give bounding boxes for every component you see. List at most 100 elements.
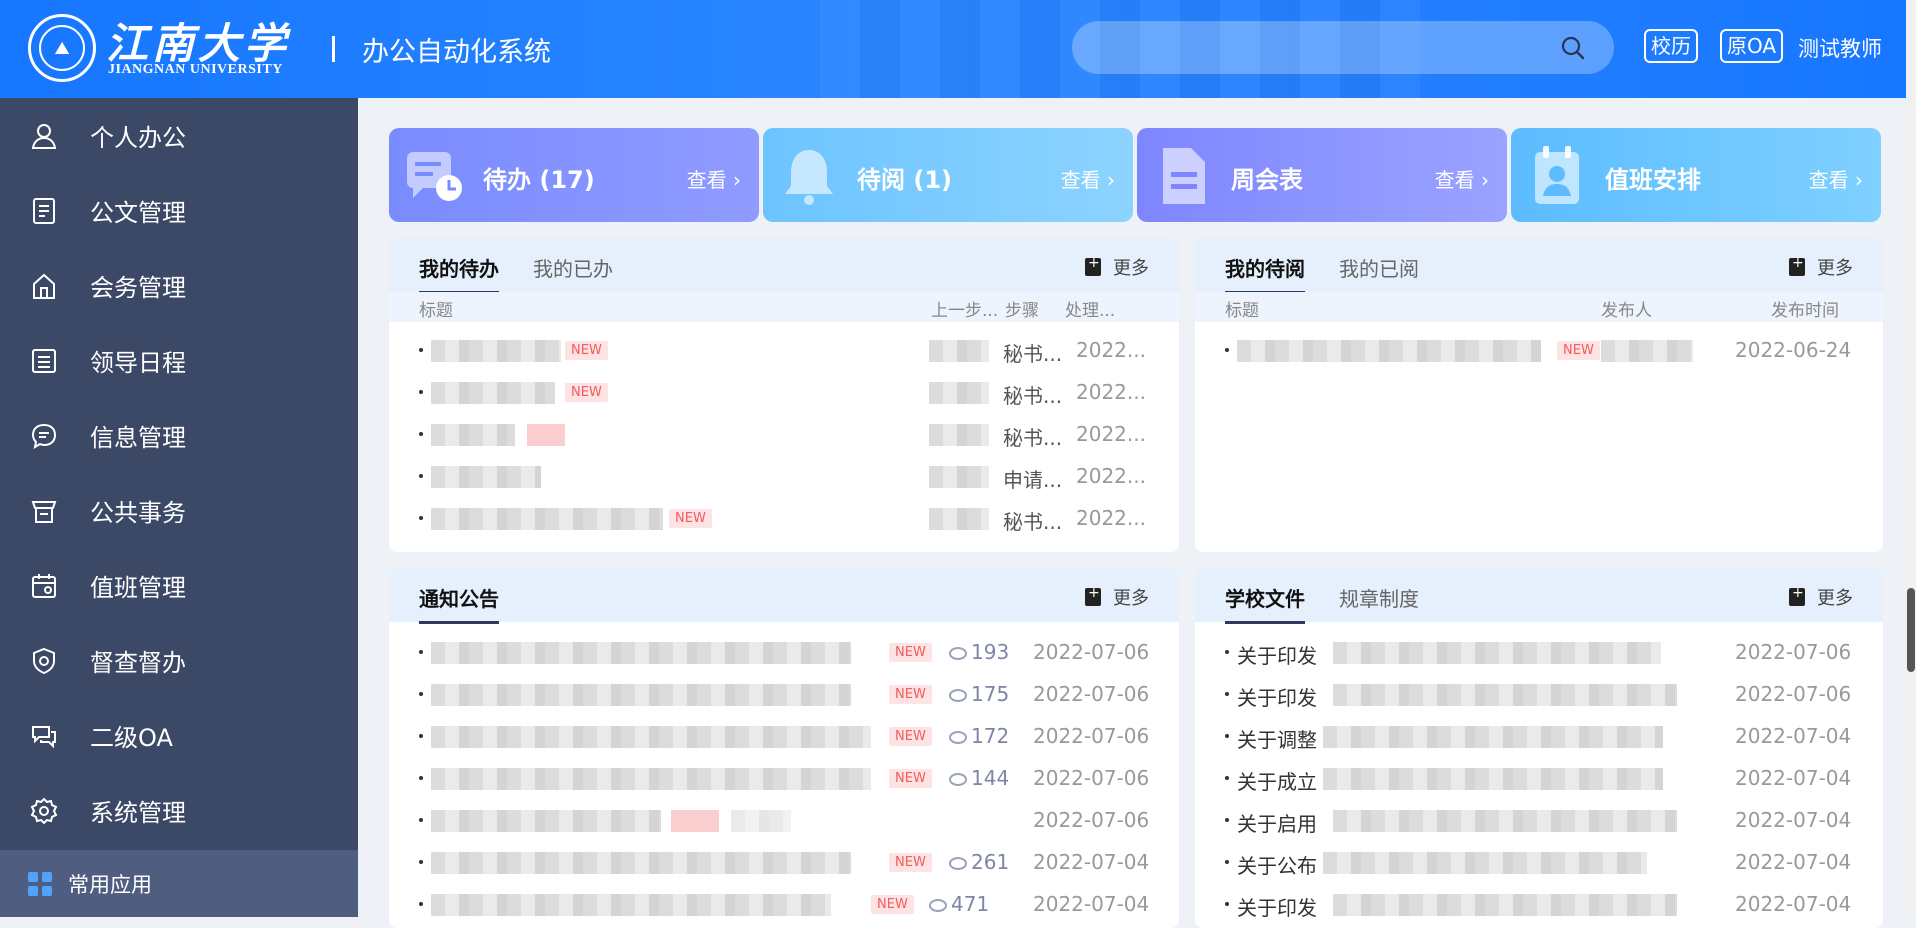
bullet bbox=[1225, 818, 1229, 822]
redacted-title[interactable] bbox=[431, 508, 663, 530]
to-read-more-link[interactable]: 更多 bbox=[1789, 254, 1853, 280]
table-row[interactable]: 秘书... 2022... bbox=[389, 414, 1179, 456]
redacted-title[interactable] bbox=[1323, 852, 1647, 874]
list-item[interactable]: 关于印发 2022-07-04 bbox=[1195, 884, 1883, 926]
tab-notices[interactable]: 通知公告 bbox=[419, 583, 499, 624]
redacted-title[interactable] bbox=[1333, 894, 1677, 916]
sidebar-item-information[interactable]: 信息管理 bbox=[0, 398, 358, 473]
search-icon[interactable] bbox=[1560, 35, 1586, 61]
search-input[interactable] bbox=[1072, 21, 1614, 74]
to-read-card-view-link[interactable]: 查看 › bbox=[1061, 164, 1115, 193]
sidebar-item-system-management[interactable]: 系统管理 bbox=[0, 773, 358, 848]
file-title-prefix[interactable]: 关于公布 bbox=[1237, 850, 1317, 879]
list-item[interactable]: NEW 471 2022-07-04 bbox=[389, 884, 1179, 926]
bullet bbox=[419, 734, 423, 738]
bullet bbox=[419, 650, 423, 654]
notice-more-link[interactable]: 更多 bbox=[1085, 584, 1149, 610]
list-item[interactable]: 2022-07-06 bbox=[389, 800, 1179, 842]
table-row[interactable]: 申请... 2022... bbox=[389, 456, 1179, 498]
files-more-link[interactable]: 更多 bbox=[1789, 584, 1853, 610]
redacted-title[interactable] bbox=[431, 340, 561, 362]
eye-icon bbox=[929, 899, 947, 912]
sidebar-item-secondary-oa[interactable]: 二级OA bbox=[0, 698, 358, 773]
redacted-title[interactable] bbox=[1333, 642, 1661, 664]
tab-my-done[interactable]: 我的已办 bbox=[533, 253, 613, 282]
tab-regulations[interactable]: 规章制度 bbox=[1339, 583, 1419, 612]
to-read-card[interactable]: 待阅 (1) 查看 › bbox=[763, 128, 1133, 222]
common-apps-button[interactable]: 常用应用 bbox=[0, 850, 358, 917]
redacted-title[interactable] bbox=[431, 894, 831, 916]
redacted-badge bbox=[527, 424, 565, 446]
university-logo-icon[interactable]: ⛰ bbox=[28, 14, 96, 82]
bullet bbox=[419, 860, 423, 864]
list-item[interactable]: 关于公布 2022-07-04 bbox=[1195, 842, 1883, 884]
sidebar-item-documents[interactable]: 公文管理 bbox=[0, 173, 358, 248]
file-title-prefix[interactable]: 关于调整 bbox=[1237, 724, 1317, 753]
file-title-prefix[interactable]: 关于成立 bbox=[1237, 766, 1317, 795]
date-text: 2022-06-24 bbox=[1735, 338, 1852, 362]
redacted-title[interactable] bbox=[1323, 768, 1663, 790]
table-row[interactable]: NEW 秘书... 2022... bbox=[389, 330, 1179, 372]
table-row[interactable]: NEW 秘书... 2022... bbox=[389, 372, 1179, 414]
user-name[interactable]: 测试教师 bbox=[1798, 33, 1882, 63]
redacted-title[interactable] bbox=[1333, 810, 1677, 832]
list-item[interactable]: NEW 261 2022-07-04 bbox=[389, 842, 1179, 884]
todo-card-view-link[interactable]: 查看 › bbox=[687, 164, 741, 193]
logo-en-text: JIANGNAN UNIVERSITY bbox=[108, 62, 283, 77]
bullet bbox=[1225, 734, 1229, 738]
bullet bbox=[1225, 860, 1229, 864]
table-row[interactable]: NEW 秘书... 2022... bbox=[389, 498, 1179, 540]
redacted-title[interactable] bbox=[1323, 726, 1663, 748]
file-title-prefix[interactable]: 关于印发 bbox=[1237, 682, 1317, 711]
message-icon bbox=[28, 720, 60, 752]
redacted-title[interactable] bbox=[431, 382, 555, 404]
todo-card[interactable]: 待办 (17) 查看 › bbox=[389, 128, 759, 222]
list-item[interactable]: 关于印发 2022-07-06 bbox=[1195, 632, 1883, 674]
redacted-title[interactable] bbox=[431, 424, 515, 446]
weekly-meeting-card[interactable]: 周会表 查看 › bbox=[1137, 128, 1507, 222]
file-title-prefix[interactable]: 关于印发 bbox=[1237, 640, 1317, 669]
bullet bbox=[419, 776, 423, 780]
redacted-title[interactable] bbox=[431, 726, 871, 748]
page-scrollbar[interactable] bbox=[1906, 0, 1916, 917]
old-oa-button[interactable]: 原OA bbox=[1720, 29, 1784, 63]
sidebar-item-duty-management[interactable]: 值班管理 bbox=[0, 548, 358, 623]
todo-more-link[interactable]: 更多 bbox=[1085, 254, 1149, 280]
redacted-title[interactable] bbox=[431, 768, 871, 790]
sidebar-item-personal-office[interactable]: 个人办公 bbox=[0, 98, 358, 173]
date-text: 2022-07-04 bbox=[1033, 892, 1150, 916]
redacted-title[interactable] bbox=[431, 810, 661, 832]
tab-my-read[interactable]: 我的已阅 bbox=[1339, 253, 1419, 282]
list-item[interactable]: NEW 172 2022-07-06 bbox=[389, 716, 1179, 758]
list-item[interactable]: NEW 144 2022-07-06 bbox=[389, 758, 1179, 800]
tab-my-to-read[interactable]: 我的待阅 bbox=[1225, 253, 1305, 294]
sidebar-item-supervision[interactable]: 督查督办 bbox=[0, 623, 358, 698]
duty-schedule-card[interactable]: 值班安排 查看 › bbox=[1511, 128, 1881, 222]
list-item[interactable]: NEW 193 2022-07-06 bbox=[389, 632, 1179, 674]
redacted-title[interactable] bbox=[1333, 684, 1677, 706]
school-calendar-button[interactable]: 校历 bbox=[1644, 29, 1698, 63]
clipboard-user-icon bbox=[1535, 146, 1579, 204]
weekly-meeting-card-view-link[interactable]: 查看 › bbox=[1435, 164, 1489, 193]
sidebar-item-leader-schedule[interactable]: 领导日程 bbox=[0, 323, 358, 398]
sidebar-item-meetings[interactable]: 会务管理 bbox=[0, 248, 358, 323]
redacted-title[interactable] bbox=[431, 642, 851, 664]
list-item[interactable]: 关于启用 2022-07-04 bbox=[1195, 800, 1883, 842]
redacted-title[interactable] bbox=[431, 466, 541, 488]
scrollbar-thumb[interactable] bbox=[1907, 588, 1915, 672]
redacted-title[interactable] bbox=[1237, 340, 1541, 362]
list-item[interactable]: 关于印发 2022-07-06 bbox=[1195, 674, 1883, 716]
tab-school-files[interactable]: 学校文件 bbox=[1225, 583, 1305, 624]
list-item[interactable]: 关于成立 2022-07-04 bbox=[1195, 758, 1883, 800]
duty-schedule-card-view-link[interactable]: 查看 › bbox=[1809, 164, 1863, 193]
sidebar-item-public-affairs[interactable]: 公共事务 bbox=[0, 473, 358, 548]
redacted-title[interactable] bbox=[431, 852, 851, 874]
redacted-title[interactable] bbox=[431, 684, 851, 706]
list-item[interactable]: 关于调整 2022-07-04 bbox=[1195, 716, 1883, 758]
eye-icon bbox=[949, 773, 967, 786]
list-item[interactable]: NEW 175 2022-07-06 bbox=[389, 674, 1179, 716]
common-apps-label: 常用应用 bbox=[68, 872, 152, 897]
file-title-prefix[interactable]: 关于启用 bbox=[1237, 808, 1317, 837]
table-row[interactable]: NEW 2022-06-24 bbox=[1195, 330, 1883, 372]
tab-my-todo[interactable]: 我的待办 bbox=[419, 253, 499, 294]
